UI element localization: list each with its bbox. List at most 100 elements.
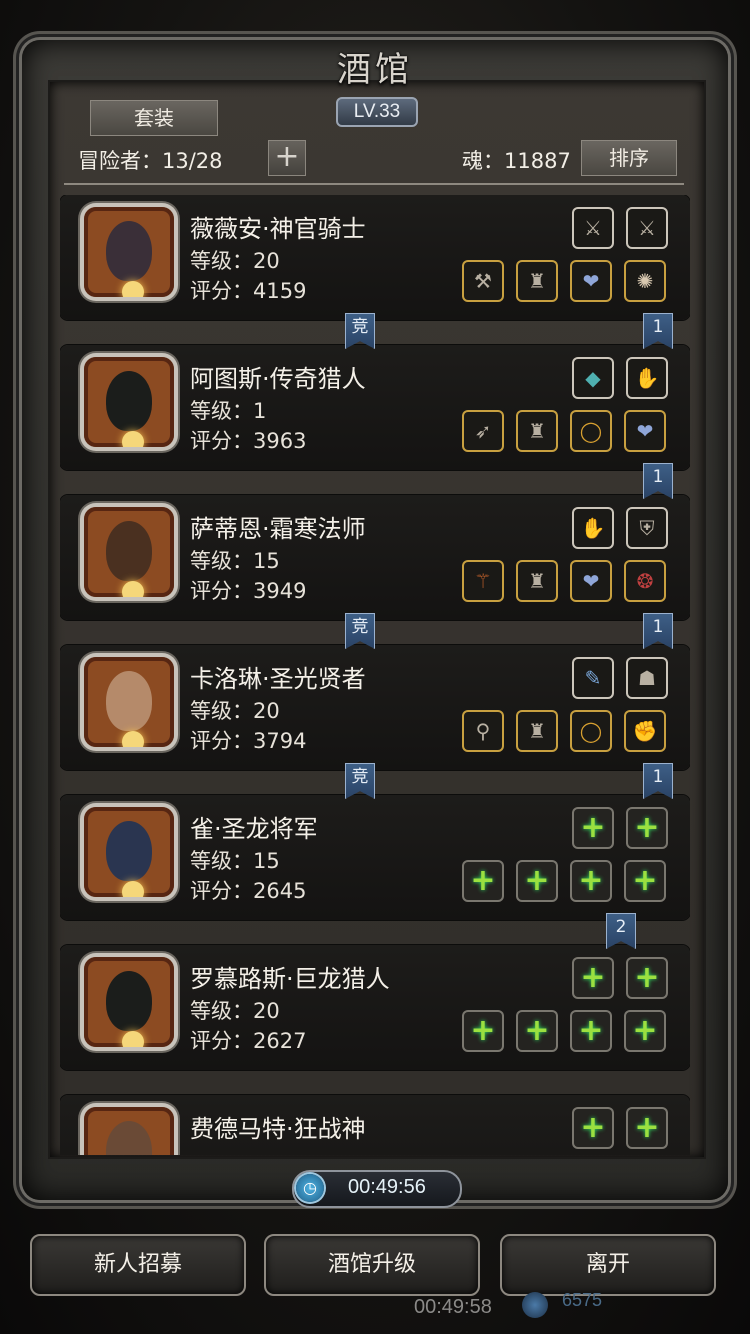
sort-button[interactable]: 排序 (581, 140, 677, 176)
hero-name: 萨蒂恩·霜寒法师 (190, 515, 366, 543)
equip-slot[interactable]: ⚔ (574, 209, 612, 247)
equip-slot[interactable]: ◯ (572, 412, 610, 450)
equip-slot[interactable]: ♜ (518, 712, 556, 750)
hero-name: 薇薇安·神官骑士 (190, 215, 366, 243)
equip-slot[interactable]: ❤ (572, 262, 610, 300)
leave-button[interactable]: 离开 (500, 1234, 716, 1296)
equip-slot[interactable]: ⚒ (464, 262, 502, 300)
empty-equip-slot[interactable]: + (628, 809, 666, 847)
hero-face (106, 521, 152, 581)
equip-slot[interactable]: ✊ (626, 712, 664, 750)
hero-card[interactable]: 萨蒂恩·霜寒法师 等级：15 评分：3949 ✋ ⛨ ⚚ ♜ ❤ ❂ (60, 495, 690, 620)
armor-icon: ♜ (528, 719, 546, 743)
hero-name: 雀·圣龙将军 (190, 815, 318, 843)
hero-portrait[interactable] (84, 357, 174, 447)
plus-icon: + (634, 1110, 660, 1145)
empty-equip-slot[interactable]: + (464, 1012, 502, 1050)
tavern-level-badge: LV.33 (336, 97, 418, 127)
rank-ribbon: 1 (643, 613, 673, 649)
weapon-icon: ⚔ (638, 216, 656, 240)
plus-icon: + (632, 1013, 658, 1048)
hero-name: 卡洛琳·圣光贤者 (190, 665, 366, 693)
recruit-button[interactable]: 新人招募 (30, 1234, 246, 1296)
equip-slot[interactable]: ♜ (518, 262, 556, 300)
equip-slot[interactable]: ✺ (626, 262, 664, 300)
hero-score: 评分：3949 (190, 579, 307, 603)
background-timer: 00:49:58 (414, 1296, 492, 1318)
moon-icon (122, 281, 144, 297)
upgrade-tavern-button[interactable]: 酒馆升级 (264, 1234, 480, 1296)
hero-portrait[interactable] (84, 1107, 174, 1155)
plus-icon: + (524, 1013, 550, 1048)
hero-card[interactable]: 卡洛琳·圣光贤者 等级：20 评分：3794 ✎ ☗ ⚲ ♜ ◯ ✊ (60, 645, 690, 770)
plus-icon: + (634, 810, 660, 845)
equip-slot[interactable]: ⚲ (464, 712, 502, 750)
equip-slot[interactable]: ◆ (574, 359, 612, 397)
moon-icon (122, 431, 144, 447)
mace-icon: ⚲ (475, 719, 491, 743)
weapon-icon: ⚔ (584, 216, 602, 240)
hero-portrait[interactable] (84, 807, 174, 897)
hero-level: 等级：20 (190, 249, 280, 273)
add-adventurer-button[interactable]: + (268, 140, 306, 176)
suit-button[interactable]: 套装 (90, 100, 218, 136)
equip-slot[interactable]: ◯ (572, 712, 610, 750)
empty-equip-slot[interactable]: + (572, 862, 610, 900)
hero-card[interactable]: 罗慕路斯·巨龙猎人 等级：20 评分：2627 + + + + + + (60, 945, 690, 1070)
equip-slot[interactable]: ☗ (628, 659, 666, 697)
shield-icon: ⛨ (639, 516, 655, 540)
equip-slot[interactable]: ♜ (518, 412, 556, 450)
heart-gem-icon: ❤ (582, 569, 600, 593)
equip-slot[interactable]: ⚔ (628, 209, 666, 247)
equip-slot[interactable]: ✋ (628, 359, 666, 397)
glove-icon: ✋ (634, 366, 660, 390)
empty-equip-slot[interactable]: + (626, 1012, 664, 1050)
empty-equip-slot[interactable]: + (518, 862, 556, 900)
hero-name: 阿图斯·传奇猎人 (190, 365, 366, 393)
equip-slot[interactable]: ➶ (464, 412, 502, 450)
hero-card[interactable]: 雀·圣龙将军 等级：15 评分：2645 + + + + + + (60, 795, 690, 920)
empty-equip-slot[interactable]: + (628, 959, 666, 997)
stone-icon: ◆ (585, 366, 601, 390)
hero-face (106, 971, 152, 1031)
hero-portrait[interactable] (84, 207, 174, 297)
empty-equip-slot[interactable]: + (464, 862, 502, 900)
empty-equip-slot[interactable]: + (626, 862, 664, 900)
hero-portrait[interactable] (84, 657, 174, 747)
equip-slot[interactable]: ⚚ (464, 562, 502, 600)
mask-icon: ☗ (638, 666, 656, 690)
hero-list[interactable]: 薇薇安·神官骑士 等级：20 评分：4159 ⚔ ⚔ ⚒ ♜ ❤ ✺ 阿图斯·传奇猎人 等级：1 评分… (60, 195, 690, 1155)
empty-equip-slot[interactable]: + (518, 1012, 556, 1050)
gauntlet-icon: ✊ (632, 719, 658, 743)
plus-icon: + (580, 960, 606, 995)
equip-slot[interactable]: ✋ (574, 509, 612, 547)
empty-equip-slot[interactable]: + (572, 1012, 610, 1050)
rank-ribbon: 1 (643, 763, 673, 799)
hero-portrait[interactable] (84, 957, 174, 1047)
plus-icon: + (470, 863, 496, 898)
equip-slot[interactable]: ✎ (574, 659, 612, 697)
empty-equip-slot[interactable]: + (574, 959, 612, 997)
background-number: 6575 (562, 1290, 603, 1310)
empty-equip-slot[interactable]: + (574, 1109, 612, 1147)
amulet-icon: ❂ (636, 569, 654, 593)
hero-name: 费德马特·狂战神 (190, 1115, 366, 1143)
heart-gem-icon: ❤ (582, 269, 600, 293)
equip-slot[interactable]: ⛨ (628, 509, 666, 547)
hero-level: 等级：20 (190, 999, 280, 1023)
equip-slot[interactable]: ♜ (518, 562, 556, 600)
hero-card[interactable]: 阿图斯·传奇猎人 等级：1 评分：3963 ◆ ✋ ➶ ♜ ◯ ❤ (60, 345, 690, 470)
empty-equip-slot[interactable]: + (574, 809, 612, 847)
hero-portrait[interactable] (84, 507, 174, 597)
rank-ribbon: 2 (606, 913, 636, 949)
equip-slot[interactable]: ❂ (626, 562, 664, 600)
equip-slot[interactable]: ❤ (572, 562, 610, 600)
hero-face (106, 671, 152, 731)
hero-card[interactable]: 费德马特·狂战神 + + (60, 1095, 690, 1155)
armor-icon: ♜ (528, 569, 546, 593)
moon-icon (122, 881, 144, 897)
equip-slot[interactable]: ❤ (626, 412, 664, 450)
hero-card[interactable]: 薇薇安·神官骑士 等级：20 评分：4159 ⚔ ⚔ ⚒ ♜ ❤ ✺ (60, 195, 690, 320)
empty-equip-slot[interactable]: + (628, 1109, 666, 1147)
orb-icon (522, 1292, 548, 1318)
